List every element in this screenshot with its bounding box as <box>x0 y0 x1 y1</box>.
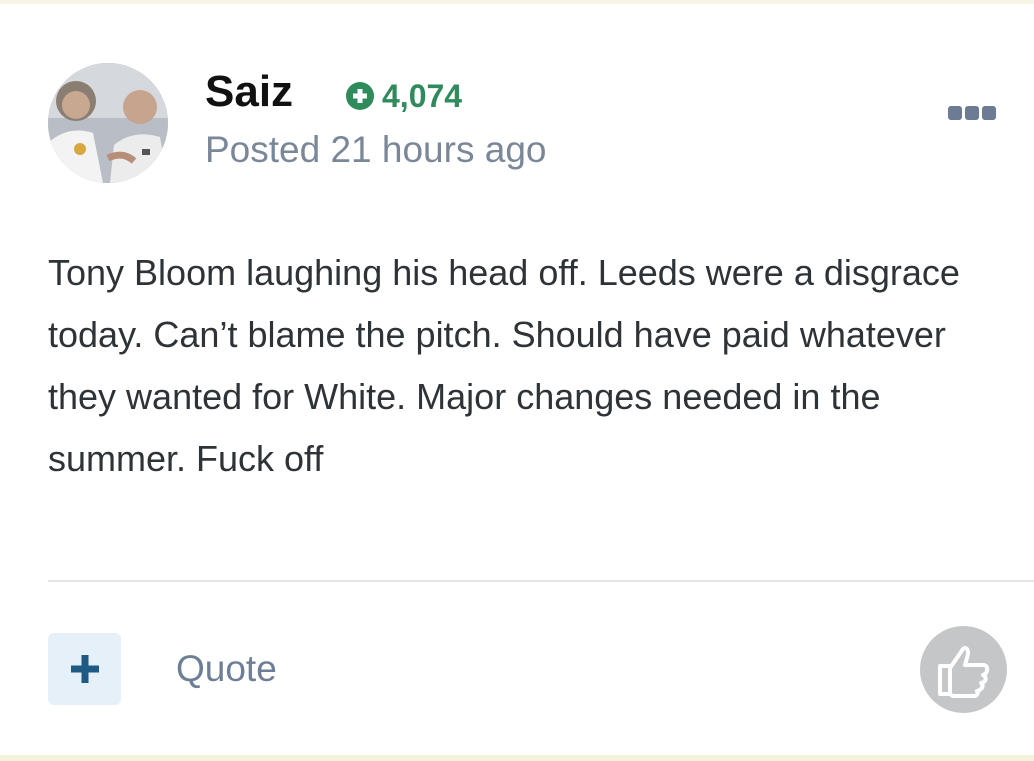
post-body: Tony Bloom laughing his head off. Leeds … <box>48 242 1034 490</box>
posted-time[interactable]: Posted 21 hours ago <box>205 128 546 172</box>
thumbs-up-icon <box>937 645 989 698</box>
quote-button[interactable]: Quote <box>176 647 277 691</box>
like-button[interactable] <box>920 626 1007 713</box>
post-body-line: today. Can’t blame the pitch. Should hav… <box>48 314 946 355</box>
ellipsis-icon <box>948 106 962 120</box>
ellipsis-icon <box>982 106 996 120</box>
author-name[interactable]: Saiz <box>205 66 293 118</box>
plus-circle-icon <box>346 82 374 110</box>
divider <box>48 580 1034 582</box>
top-border <box>0 0 1034 4</box>
post-body-line: Tony Bloom laughing his head off. Leeds … <box>48 252 960 293</box>
plus-icon <box>70 655 99 683</box>
forum-post: Saiz 4,074 Posted 21 hours ago Tony Bloo… <box>0 0 1034 761</box>
more-options-button[interactable] <box>948 106 998 124</box>
bottom-border <box>0 755 1034 761</box>
reputation-badge: 4,074 <box>346 78 462 114</box>
post-body-line: summer. Fuck off <box>48 438 324 479</box>
post-body-line: they wanted for White. Major changes nee… <box>48 376 881 417</box>
avatar-photo <box>48 63 168 183</box>
reputation-count: 4,074 <box>382 77 463 114</box>
avatar[interactable] <box>48 63 168 183</box>
multiquote-button[interactable] <box>48 633 121 705</box>
ellipsis-icon <box>965 106 979 120</box>
